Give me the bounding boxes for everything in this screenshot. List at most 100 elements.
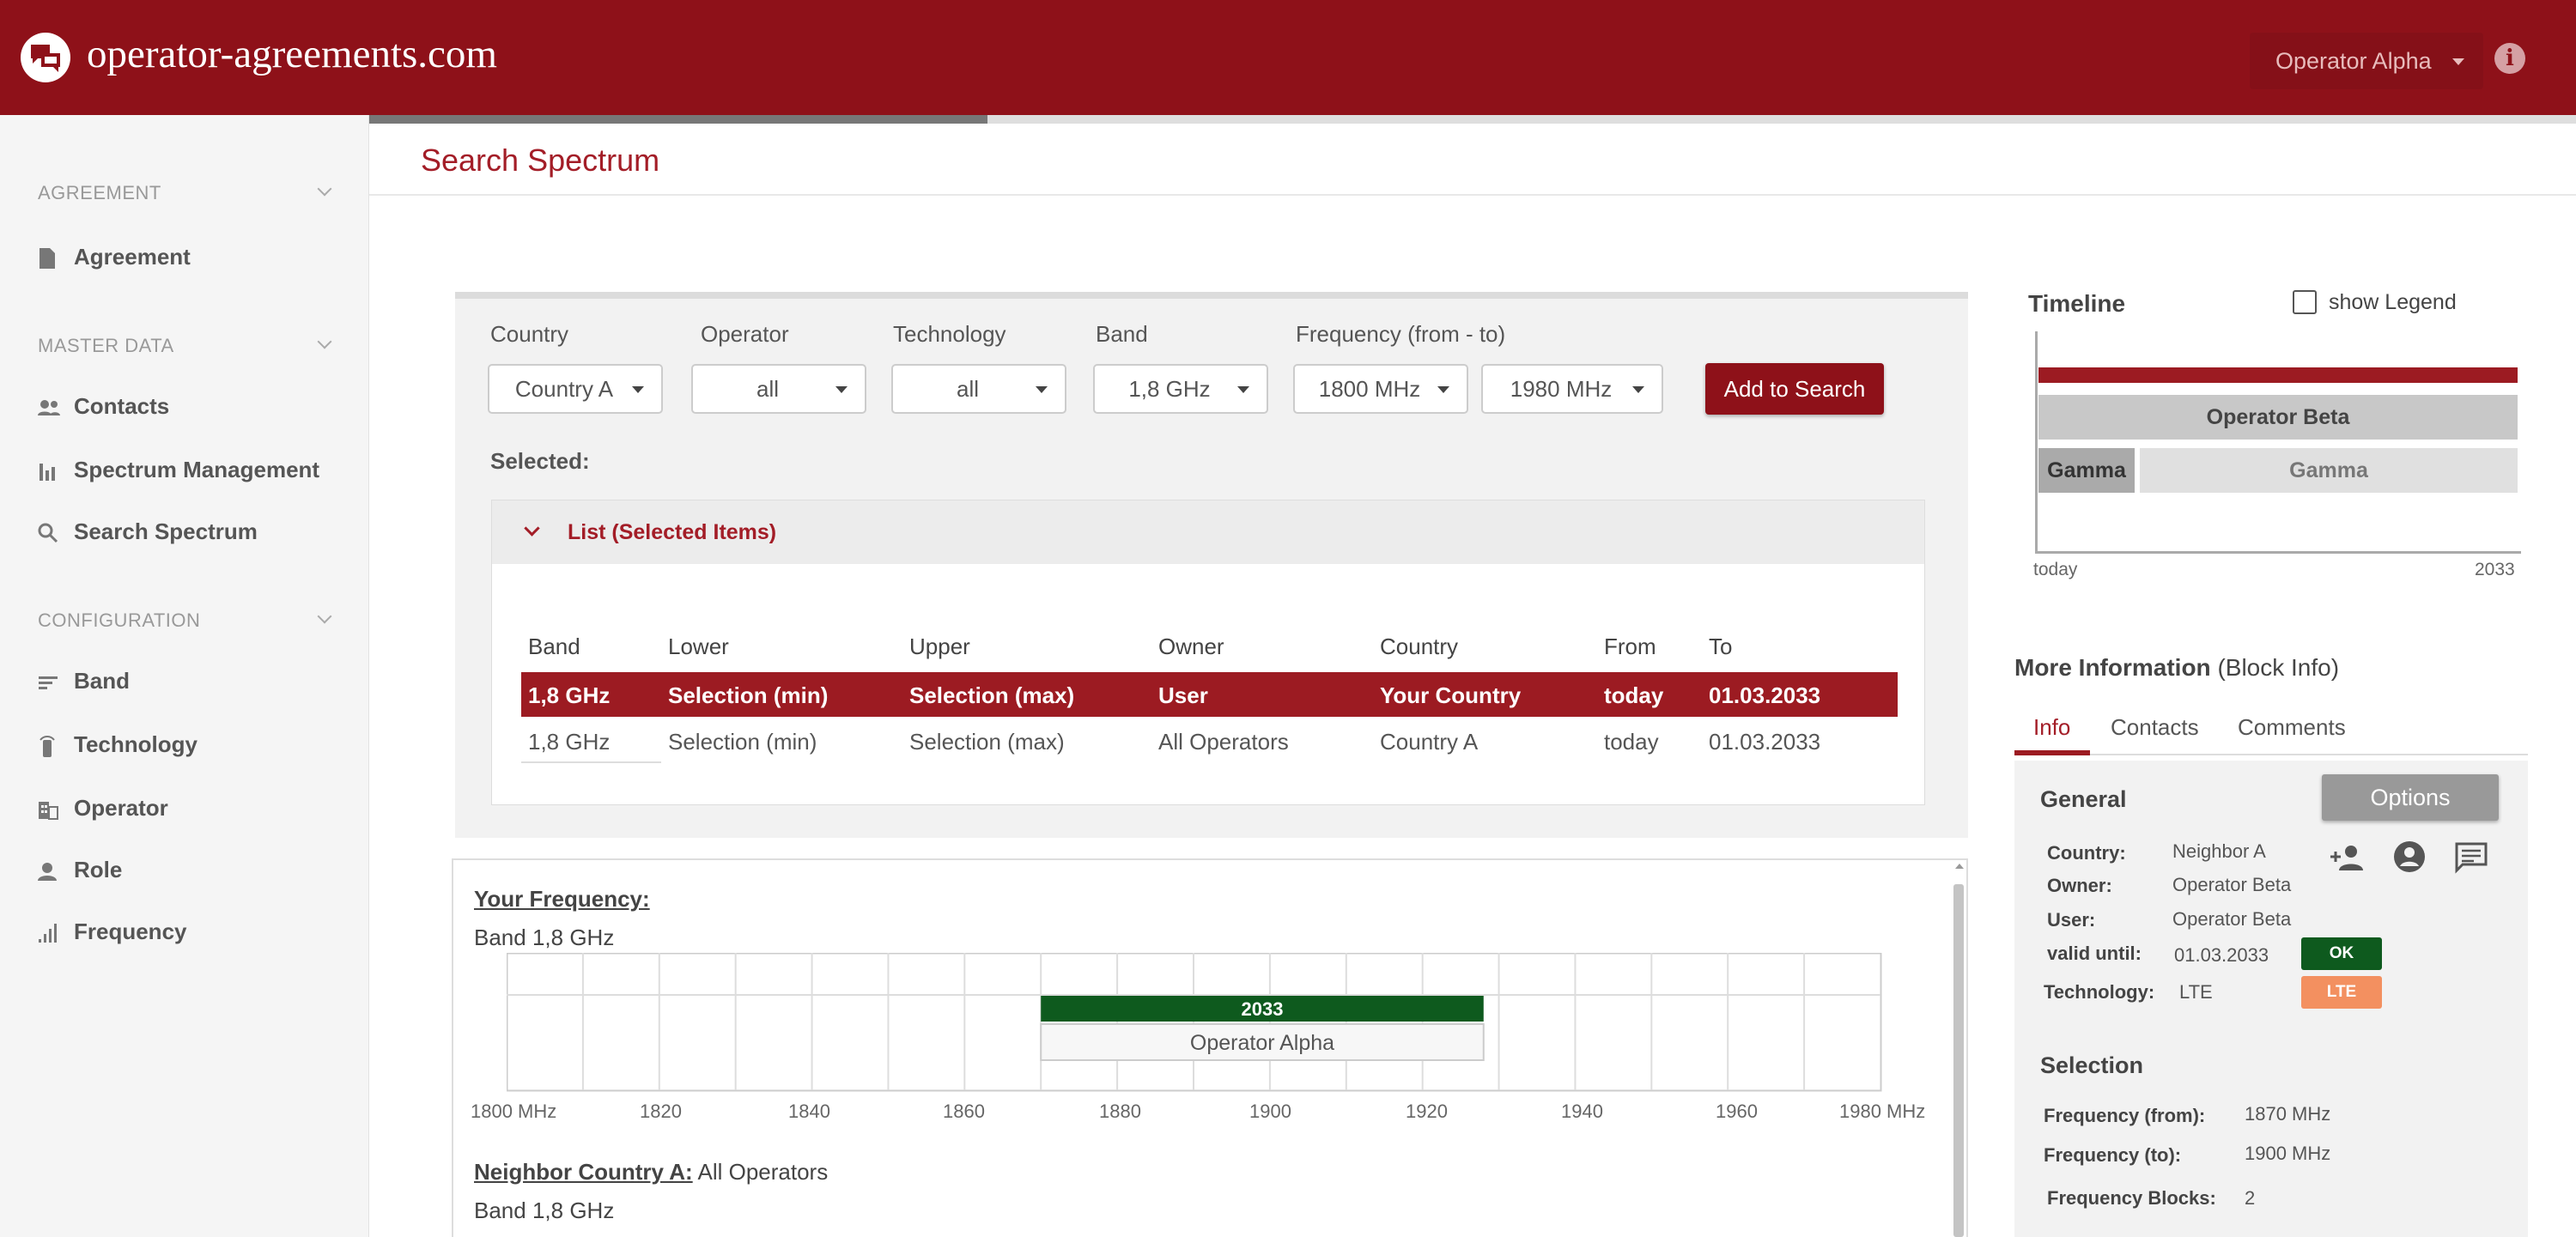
tab-comments[interactable]: Comments <box>2238 714 2346 741</box>
x-tick-label: 1960 <box>1716 1101 1758 1122</box>
divider <box>521 761 661 763</box>
sidebar-item-operator[interactable]: Operator <box>38 795 168 829</box>
info-key: Technology: <box>2044 981 2155 1003</box>
timeline-bar[interactable] <box>2038 367 2518 383</box>
sidebar-item-label: Contacts <box>74 393 170 419</box>
x-tick-label: 1900 <box>1249 1101 1291 1122</box>
sidebar-item-search-spectrum[interactable]: Search Spectrum <box>38 518 258 553</box>
info-icon[interactable]: i <box>2494 43 2525 74</box>
technology-select[interactable]: all <box>891 364 1066 414</box>
x-tick-label: 1820 <box>640 1101 682 1122</box>
frequency-from-select[interactable]: 1800 MHz <box>1293 364 1468 414</box>
document-icon <box>38 247 58 270</box>
info-value: LTE <box>2179 981 2213 1003</box>
chevron-down-icon <box>835 386 848 393</box>
band-value: 1,8 GHz <box>1128 376 1211 402</box>
chevron-down-icon <box>632 386 644 393</box>
table-cell: User <box>1158 682 1208 708</box>
sidebar-item-agreement[interactable]: Agreement <box>38 244 191 278</box>
timeline-bar[interactable]: Gamma <box>2140 448 2518 493</box>
scrollbar[interactable] <box>1953 884 1964 1237</box>
timeline-end-label: 2033 <box>2475 560 2515 579</box>
sidebar-item-frequency[interactable]: Frequency <box>38 919 187 953</box>
table-cell[interactable]: Country A <box>1380 729 1478 755</box>
sidebar-item-spectrum-management[interactable]: Spectrum Management <box>38 457 319 491</box>
operator-label: Operator <box>701 321 789 347</box>
column-header-lower: Lower <box>668 634 729 659</box>
chevron-down-icon[interactable] <box>317 609 332 624</box>
building-icon <box>38 798 58 821</box>
chevron-down-icon[interactable] <box>524 520 540 537</box>
list-header[interactable]: List (Selected Items) <box>492 500 1924 564</box>
operator-select[interactable]: Operator Alpha <box>2250 33 2483 89</box>
country-select[interactable]: Country A <box>488 364 663 414</box>
comment-icon[interactable] <box>2454 841 2488 874</box>
timeline-bar[interactable]: Operator Beta <box>2038 395 2518 440</box>
chevron-down-icon[interactable] <box>317 181 332 197</box>
options-button[interactable]: Options <box>2322 774 2499 821</box>
technology-badge: LTE <box>2301 976 2382 1009</box>
x-tick-label: 1880 <box>1099 1101 1141 1122</box>
technology-label: Technology <box>893 321 1006 347</box>
table-cell[interactable]: Selection (max) <box>909 729 1065 755</box>
info-value: Operator Beta <box>2172 908 2292 930</box>
sidebar-item-label: Frequency <box>74 919 187 944</box>
sidebar-section-configuration[interactable]: CONFIGURATION <box>38 609 200 632</box>
operator-select-label: Operator Alpha <box>2275 48 2432 74</box>
account-circle-icon[interactable] <box>2392 840 2427 874</box>
timeline-title: Timeline <box>2028 290 2126 317</box>
band-caption: Band 1,8 GHz <box>474 925 615 950</box>
info-key: User: <box>2047 909 2096 931</box>
sidebar-item-label: Agreement <box>74 244 191 270</box>
table-cell[interactable]: 01.03.2033 <box>1709 729 1820 755</box>
country-value: Country A <box>514 376 614 402</box>
x-tick-label: 1920 <box>1406 1101 1448 1122</box>
table-cell: Selection (max) <box>909 682 1075 708</box>
scroll-up-icon[interactable] <box>1955 864 1964 869</box>
sidebar-section-agreement[interactable]: AGREEMENT <box>38 182 161 204</box>
chevron-down-icon[interactable] <box>317 334 332 349</box>
x-tick-label: 1840 <box>788 1101 830 1122</box>
info-value: 1870 MHz <box>2245 1103 2331 1125</box>
info-tabs: Info Contacts Comments <box>2014 697 2528 755</box>
site-title[interactable]: operator-agreements.com <box>87 31 497 77</box>
timeline-bar[interactable]: Gamma <box>2038 448 2135 493</box>
x-tick-label: 1980 MHz <box>1839 1101 1926 1122</box>
add-to-search-button[interactable]: Add to Search <box>1705 363 1884 415</box>
sidebar-item-role[interactable]: Role <box>38 857 122 891</box>
chart-block-label: Operator Alpha <box>1190 1031 1334 1055</box>
antenna-icon <box>38 735 58 758</box>
x-tick-label: 1860 <box>943 1101 985 1122</box>
operator-value: all <box>756 376 779 402</box>
tab-info[interactable]: Info <box>2033 714 2070 741</box>
chevron-down-icon <box>1632 386 1644 393</box>
sidebar-section-master-data[interactable]: MASTER DATA <box>38 335 174 357</box>
sidebar-item-contacts[interactable]: Contacts <box>38 393 169 427</box>
selection-heading: Selection <box>2040 1052 2144 1078</box>
table-cell[interactable]: today <box>1604 729 1659 755</box>
column-header-country: Country <box>1380 634 1459 659</box>
frequency-chart: 2033 Operator Alpha <box>507 953 1882 1092</box>
list-title: List (Selected Items) <box>568 520 777 544</box>
logo-icon[interactable] <box>21 33 70 82</box>
sidebar-item-band[interactable]: Band <box>38 668 130 702</box>
active-tab-indicator <box>2014 750 2090 755</box>
neighbor-label: Neighbor Country A: All Operators <box>474 1159 828 1185</box>
show-legend-label[interactable]: show Legend <box>2329 290 2457 315</box>
neighbor-title: Neighbor Country A: <box>474 1159 693 1185</box>
signal-icon <box>38 922 58 944</box>
add-person-icon[interactable] <box>2329 841 2366 874</box>
sidebar: AGREEMENT Agreement MASTER DATA Contacts… <box>0 115 369 1237</box>
operator-select[interactable]: all <box>691 364 866 414</box>
table-cell[interactable]: All Operators <box>1158 729 1289 755</box>
table-cell[interactable]: Selection (min) <box>668 729 817 755</box>
table-cell[interactable]: 1,8 GHz <box>528 729 610 755</box>
band-select[interactable]: 1,8 GHz <box>1093 364 1268 414</box>
frequency-to-select[interactable]: 1980 MHz <box>1481 364 1663 414</box>
show-legend-checkbox[interactable] <box>2293 290 2317 314</box>
sidebar-item-technology[interactable]: Technology <box>38 731 197 766</box>
table-cell: today <box>1604 682 1664 708</box>
table-cell: Selection (min) <box>668 682 829 708</box>
tab-contacts[interactable]: Contacts <box>2111 714 2199 741</box>
info-key: Frequency (to): <box>2044 1144 2182 1166</box>
